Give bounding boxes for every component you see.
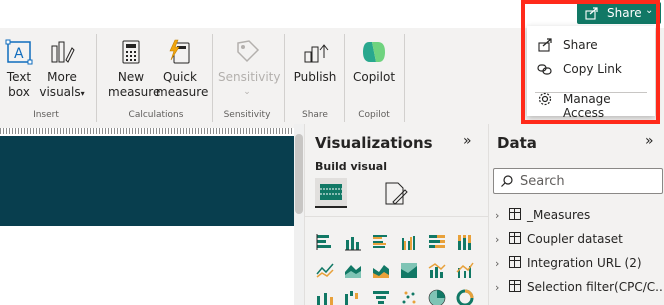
fields-grid-icon <box>320 184 342 200</box>
data-table-item[interactable]: › Coupler dataset <box>495 232 623 246</box>
build-visual-label: Build visual <box>315 160 387 173</box>
divider <box>305 216 489 217</box>
line-chart-icon[interactable] <box>315 260 335 280</box>
group-divider <box>284 34 285 122</box>
visualizations-title: Visualizations <box>315 134 433 152</box>
sensitivity-group-label: Sensitivity <box>223 110 271 120</box>
build-visual-tab[interactable] <box>315 178 347 208</box>
chevron-down-icon: ⌄ <box>243 87 251 97</box>
clustered-column-chart-icon[interactable] <box>399 232 419 252</box>
copilot-label: Copilot <box>352 70 396 84</box>
donut-chart-icon[interactable] <box>455 288 475 305</box>
scatter-chart-icon[interactable] <box>399 288 419 305</box>
data-table-item[interactable]: › Selection filter(CPC/C... <box>495 280 664 294</box>
group-divider <box>344 34 345 122</box>
svg-text:A: A <box>14 46 24 62</box>
data-pane-title: Data <box>497 134 537 152</box>
quick-measure-label: Quick measure <box>156 70 209 99</box>
data-table-label: Integration URL (2) <box>527 256 642 270</box>
sensitivity-label-icon <box>237 40 260 63</box>
scrollbar-thumb[interactable] <box>295 134 303 214</box>
more-visuals-label: More visuals <box>39 70 81 99</box>
copilot-icon <box>363 42 385 62</box>
measure-table-icon <box>509 208 521 220</box>
stacked-bar-chart-icon[interactable] <box>315 232 335 252</box>
more-visuals-button[interactable]: More visuals▾ <box>38 38 86 101</box>
search-placeholder: Search <box>520 174 565 189</box>
table-icon <box>509 232 521 244</box>
line-and-clustered-column-chart-icon[interactable] <box>455 260 475 280</box>
100-stacked-area-chart-icon[interactable] <box>399 260 419 280</box>
100-stacked-column-chart-icon[interactable] <box>455 232 475 252</box>
quick-measure-button[interactable]: Quick measure <box>156 38 208 100</box>
clustered-bar-chart-icon[interactable] <box>371 232 391 252</box>
text-box-button[interactable]: A Text box <box>2 38 36 100</box>
waterfall-chart-icon[interactable] <box>343 288 363 305</box>
100-stacked-bar-chart-icon[interactable] <box>427 232 447 252</box>
data-pane: Data » Search › _Measures › Coupler datase… <box>488 124 664 305</box>
sensitivity-label: Sensitivity <box>218 70 281 84</box>
data-table-label: Selection filter(CPC/C... <box>527 280 664 294</box>
collapse-pane-icon[interactable]: » <box>645 133 654 149</box>
calculator-icon <box>122 40 140 64</box>
chevron-right-icon: › <box>495 281 500 294</box>
highlight-annotation-box <box>521 0 660 124</box>
sensitivity-button[interactable]: Sensitivity ⌄ <box>218 38 280 100</box>
area-chart-icon[interactable] <box>343 260 363 280</box>
chevron-right-icon: › <box>495 233 500 246</box>
ribbon-chart-icon[interactable] <box>315 288 335 305</box>
publish-icon <box>304 44 329 63</box>
collapse-pane-icon[interactable]: » <box>463 133 472 149</box>
table-icon <box>509 280 521 292</box>
text-box-icon: A <box>5 39 33 65</box>
format-visual-tab[interactable] <box>381 180 409 208</box>
table-icon <box>509 256 521 268</box>
text-box-label: Text box <box>6 70 32 99</box>
stacked-area-chart-icon[interactable] <box>371 260 391 280</box>
funnel-chart-icon[interactable] <box>371 288 391 305</box>
data-table-item[interactable]: › _Measures <box>495 208 590 222</box>
publish-button[interactable]: Publish <box>292 38 338 85</box>
stacked-column-chart-icon[interactable] <box>343 232 363 252</box>
search-icon <box>501 175 513 187</box>
chevron-right-icon: › <box>495 257 500 270</box>
visualizations-pane: Visualizations » Build visual <box>304 124 489 305</box>
chevron-right-icon: › <box>495 209 500 222</box>
line-and-stacked-column-chart-icon[interactable] <box>427 260 447 280</box>
insert-group-label: Insert <box>33 110 59 120</box>
publish-label: Publish <box>293 70 337 84</box>
group-divider <box>96 34 97 122</box>
format-paintbrush-icon <box>385 182 408 205</box>
group-divider <box>212 34 213 122</box>
quick-calculator-icon <box>169 39 190 64</box>
canvas-header-band <box>0 136 296 226</box>
copilot-button[interactable]: Copilot <box>350 38 398 85</box>
group-divider <box>404 34 405 122</box>
canvas-scrollbar[interactable] <box>294 124 304 305</box>
copilot-group-label: Copilot <box>358 110 390 120</box>
chevron-down-icon: ▾ <box>80 89 85 98</box>
data-table-item[interactable]: › Integration URL (2) <box>495 256 642 270</box>
data-search-input[interactable]: Search <box>493 168 663 194</box>
data-table-label: _Measures <box>527 208 591 222</box>
calculations-group-label: Calculations <box>128 110 184 120</box>
pie-chart-icon[interactable] <box>427 288 447 305</box>
share-group-label: Share <box>302 110 328 120</box>
new-measure-button[interactable]: New measure <box>108 38 160 100</box>
new-measure-label: New measure <box>108 70 161 99</box>
data-table-label: Coupler dataset <box>527 232 623 246</box>
canvas-dotted-border <box>0 128 296 134</box>
more-visuals-icon <box>51 41 75 63</box>
